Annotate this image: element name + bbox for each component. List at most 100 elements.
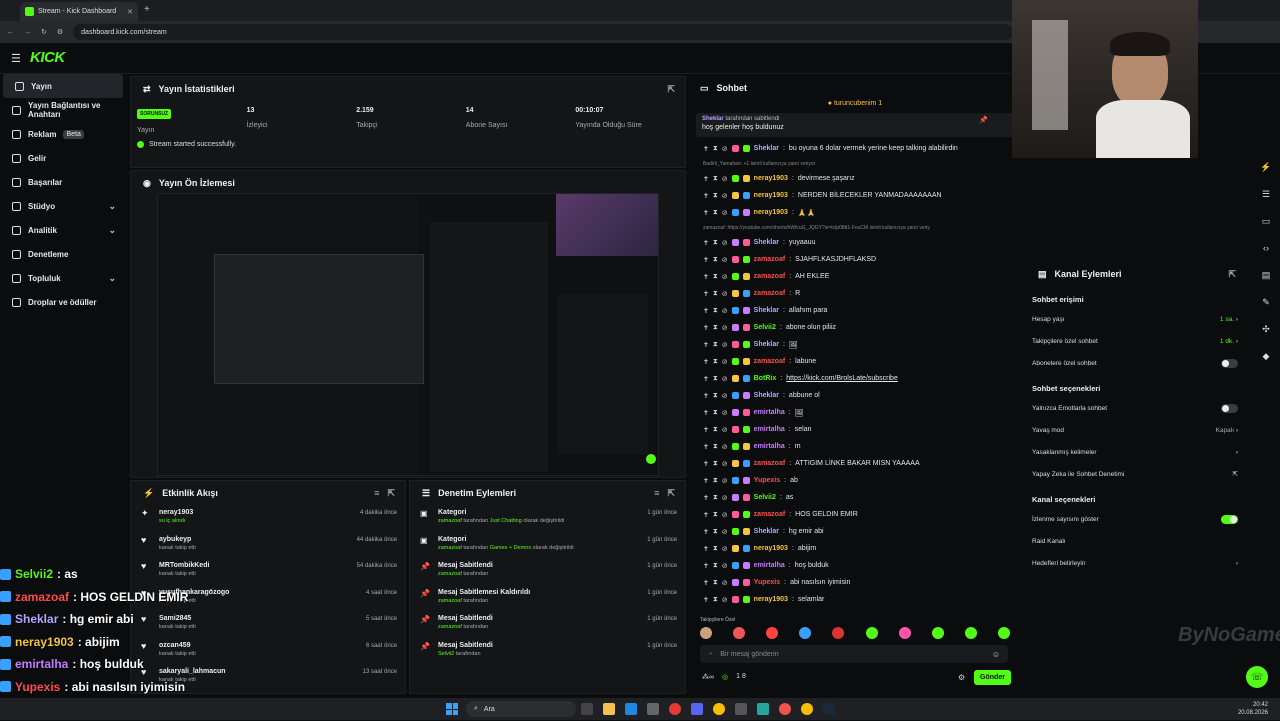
pin-icon[interactable]: ✝ — [703, 358, 709, 366]
activity-row[interactable]: ✦ neray1903 su iç alındı 4 dakika önce — [131, 505, 405, 532]
ban-icon[interactable]: ⊘ — [722, 256, 728, 264]
pin-icon[interactable]: ✝ — [703, 209, 709, 217]
timeout-icon[interactable]: ⧗ — [713, 392, 718, 400]
followers-only-row[interactable]: Takipçilere özel sohbet 1 dk. › — [1024, 330, 1246, 352]
pin-icon[interactable]: ✝ — [703, 528, 709, 536]
chat-username[interactable]: emirtalha — [754, 426, 785, 433]
chat-message[interactable]: ✝ ⧗ ⊘ Selvii2: abone olun piliiz — [690, 319, 1020, 336]
timeout-icon[interactable]: ⧗ — [713, 290, 718, 298]
code-icon[interactable]: ‹› — [1256, 238, 1276, 258]
wrench-icon[interactable]: ✎ — [1256, 292, 1276, 312]
panel-icon[interactable]: ▤ — [1256, 265, 1276, 285]
chat-message[interactable]: ✝ ⧗ ⊘ emirtalha: m — [690, 438, 1020, 455]
chat-username[interactable]: emirtalha — [754, 562, 785, 569]
raid-row[interactable]: Raid Kanalı — [1024, 530, 1246, 552]
timeout-icon[interactable]: ⧗ — [713, 375, 718, 383]
pin-icon[interactable]: ✝ — [703, 562, 709, 570]
ban-icon[interactable]: ⊘ — [722, 460, 728, 468]
ban-icon[interactable]: ⊘ — [722, 562, 728, 570]
timeout-icon[interactable]: ⧗ — [713, 145, 718, 153]
timeout-icon[interactable]: ⧗ — [713, 528, 718, 536]
chrome-icon-2[interactable] — [801, 703, 813, 715]
chat-message[interactable]: ✝ ⧗ ⊘ Yupexis: ab — [690, 472, 1020, 489]
task-view-icon[interactable] — [581, 703, 593, 715]
menu-icon[interactable]: ☰ — [11, 52, 21, 65]
timeout-icon[interactable]: ⧗ — [713, 256, 718, 264]
chat-message[interactable]: ✝ ⧗ ⊘ Sheklar: abbune ol — [690, 387, 1020, 404]
list-icon[interactable]: ☰ — [1256, 184, 1276, 204]
emote-icon[interactable] — [766, 627, 779, 639]
chat-username[interactable]: neray1903 — [754, 596, 788, 603]
pin-icon[interactable]: ✝ — [703, 145, 709, 153]
slow-mode-row[interactable]: Yavaş mod Kapalı › — [1024, 419, 1246, 441]
pin-icon[interactable]: ✝ — [703, 545, 709, 553]
chat-username[interactable]: Sheklar — [754, 239, 779, 246]
ban-icon[interactable]: ⊘ — [722, 545, 728, 553]
popout-icon[interactable]: ⇱ — [387, 488, 395, 499]
ban-icon[interactable]: ⊘ — [722, 477, 728, 485]
chat-message[interactable]: ✝ ⧗ ⊘ zamazoaf: SJAHFLKASJDHFLAKSD — [690, 251, 1020, 268]
filter-icon[interactable]: ≡ — [654, 488, 659, 498]
pin-icon[interactable]: ✝ — [703, 579, 709, 587]
chat-message[interactable]: ✝ ⧗ ⊘ zamazoaf: AH EKLEE — [690, 268, 1020, 285]
timeout-icon[interactable]: ⧗ — [713, 209, 718, 217]
bolt-icon[interactable]: ⚡ — [1256, 157, 1276, 177]
chat-username[interactable]: BotRix — [754, 375, 777, 382]
browser-tab[interactable]: Stream - Kick Dashboard ✕ — [20, 2, 138, 21]
timeout-icon[interactable]: ⧗ — [713, 494, 718, 502]
ban-icon[interactable]: ⊘ — [722, 426, 728, 434]
timeout-icon[interactable]: ⧗ — [713, 409, 718, 417]
chat-message[interactable]: ✝ ⧗ ⊘ BotRix: https://kick.com/BrolsLate/sub… — [690, 370, 1020, 387]
sidebar-item-2[interactable]: Reklam Beta — [0, 122, 126, 146]
chat-message[interactable]: ✝ ⧗ ⊘ neray1903: NERDEN BİLECEKLER YANMADAAA… — [690, 187, 1020, 204]
popout-icon[interactable]: ⇱ — [667, 488, 675, 499]
pin-icon[interactable]: ✝ — [703, 307, 709, 315]
pinned-message[interactable]: Sheklar tarafından sabitlendi hoş gelenl… — [696, 113, 1014, 137]
banned-words-row[interactable]: Yasaklanmış kelimeler › — [1024, 441, 1246, 463]
chat-message[interactable]: ✝ ⧗ ⊘ neray1903: 🙏🙏 — [690, 204, 1020, 221]
account-age-row[interactable]: Hesap yaşı 1 sa. › — [1024, 308, 1246, 330]
chat-input[interactable]: ◔ Bir mesaj gönderin ☺ — [700, 645, 1008, 663]
timeout-icon[interactable]: ⧗ — [713, 460, 718, 468]
timeout-icon[interactable]: ⧗ — [713, 596, 718, 604]
chat-username[interactable]: zamazoaf — [754, 358, 786, 365]
emote-icon[interactable] — [931, 627, 944, 639]
edge-icon[interactable] — [625, 703, 637, 715]
timeout-icon[interactable]: ⧗ — [713, 511, 718, 519]
pin-icon[interactable]: ✝ — [703, 375, 709, 383]
emote-icon[interactable] — [799, 627, 812, 639]
ban-icon[interactable]: ⊘ — [722, 392, 728, 400]
chat-username[interactable]: Sheklar — [754, 145, 779, 152]
forward-icon[interactable]: → — [24, 29, 31, 36]
chat-message[interactable]: ✝ ⧗ ⊘ neray1903: abijim — [690, 540, 1020, 557]
chat-username[interactable]: neray1903 — [754, 192, 788, 199]
emote-only-toggle[interactable] — [1221, 403, 1238, 413]
chat-settings-icon[interactable]: ⚙ — [958, 673, 965, 682]
send-button[interactable]: Gönder — [974, 670, 1011, 685]
site-info-icon[interactable]: ⚙ — [57, 28, 63, 36]
chat-message[interactable]: ✝ ⧗ ⊘ Sheklar: yuyaauu — [690, 234, 1020, 251]
chat-username[interactable]: zamazoaf — [754, 511, 786, 518]
ban-icon[interactable]: ⊘ — [722, 375, 728, 383]
ban-icon[interactable]: ⊘ — [722, 443, 728, 451]
pin-icon[interactable]: ✝ — [703, 273, 709, 281]
activity-row[interactable]: ♥ aybukeyp kanalı takip etti 44 dakika önce — [131, 532, 405, 559]
ban-icon[interactable]: ⊘ — [722, 307, 728, 315]
app-icon-3[interactable] — [779, 703, 791, 715]
sidebar-item-0[interactable]: Yayın — [3, 74, 123, 98]
help-chat-button[interactable]: ☏ — [1246, 666, 1268, 688]
chat-message[interactable]: ✝ ⧗ ⊘ Sheklar: bu oyuna 6 dolar vermek yerin… — [690, 140, 1020, 157]
pin-icon[interactable]: ✝ — [703, 477, 709, 485]
windows-start-icon[interactable] — [446, 703, 458, 715]
ban-icon[interactable]: ⊘ — [722, 409, 728, 417]
chat-username[interactable]: neray1903 — [754, 545, 788, 552]
ai-moderation-row[interactable]: Yapay Zeka ile Sohbet Denetimi ⇱ — [1024, 463, 1246, 485]
pin-icon[interactable]: ✝ — [703, 511, 709, 519]
people-icon[interactable]: ⁂∞ — [702, 673, 714, 681]
ban-icon[interactable]: ⊘ — [722, 341, 728, 349]
ban-icon[interactable]: ⊘ — [722, 239, 728, 247]
subscribers-only-toggle[interactable] — [1221, 358, 1238, 368]
ban-icon[interactable]: ⊘ — [722, 511, 728, 519]
emote-icon[interactable] — [700, 627, 712, 639]
chat-username[interactable]: Sheklar — [754, 528, 779, 535]
